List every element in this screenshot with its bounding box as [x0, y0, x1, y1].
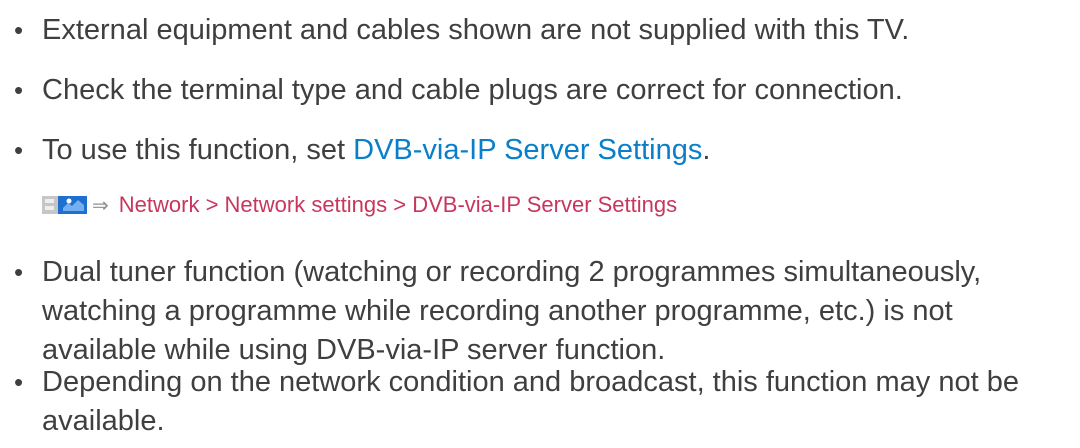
note-text: Check the terminal type and cable plugs … [42, 74, 903, 106]
bullet: • [14, 15, 24, 45]
list-item: • Check the terminal type and cable plug… [0, 71, 1060, 110]
note-text-suffix: . [702, 134, 711, 166]
menu-path: ⇒ Network > Network settings > DVB-via-I… [41, 189, 677, 221]
arrow-icon: ⇒ [92, 194, 109, 217]
list-item: • Dual tuner function (watching or recor… [0, 253, 1060, 370]
list-item: • Depending on the network condition and… [0, 363, 1060, 441]
list-item: • To use this function, set DVB-via-IP S… [0, 131, 1060, 170]
bullet: • [14, 135, 24, 165]
note-text: To use this function, set DVB-via-IP Ser… [42, 131, 1060, 170]
list-item: • External equipment and cables shown ar… [0, 11, 1060, 50]
menu-icon [41, 194, 88, 217]
note-text: Depending on the network condition and b… [42, 366, 1019, 437]
bullet: • [14, 257, 24, 287]
note-text: External equipment and cables shown are … [42, 14, 910, 46]
dvb-via-ip-settings-link[interactable]: DVB-via-IP Server Settings [353, 134, 702, 166]
bullet: • [14, 75, 24, 105]
bullet: • [14, 367, 24, 397]
note-text: Dual tuner function (watching or recordi… [42, 256, 982, 366]
menu-path-text[interactable]: Network > Network settings > DVB-via-IP … [119, 192, 677, 218]
note-text-prefix: To use this function, set [42, 134, 354, 166]
